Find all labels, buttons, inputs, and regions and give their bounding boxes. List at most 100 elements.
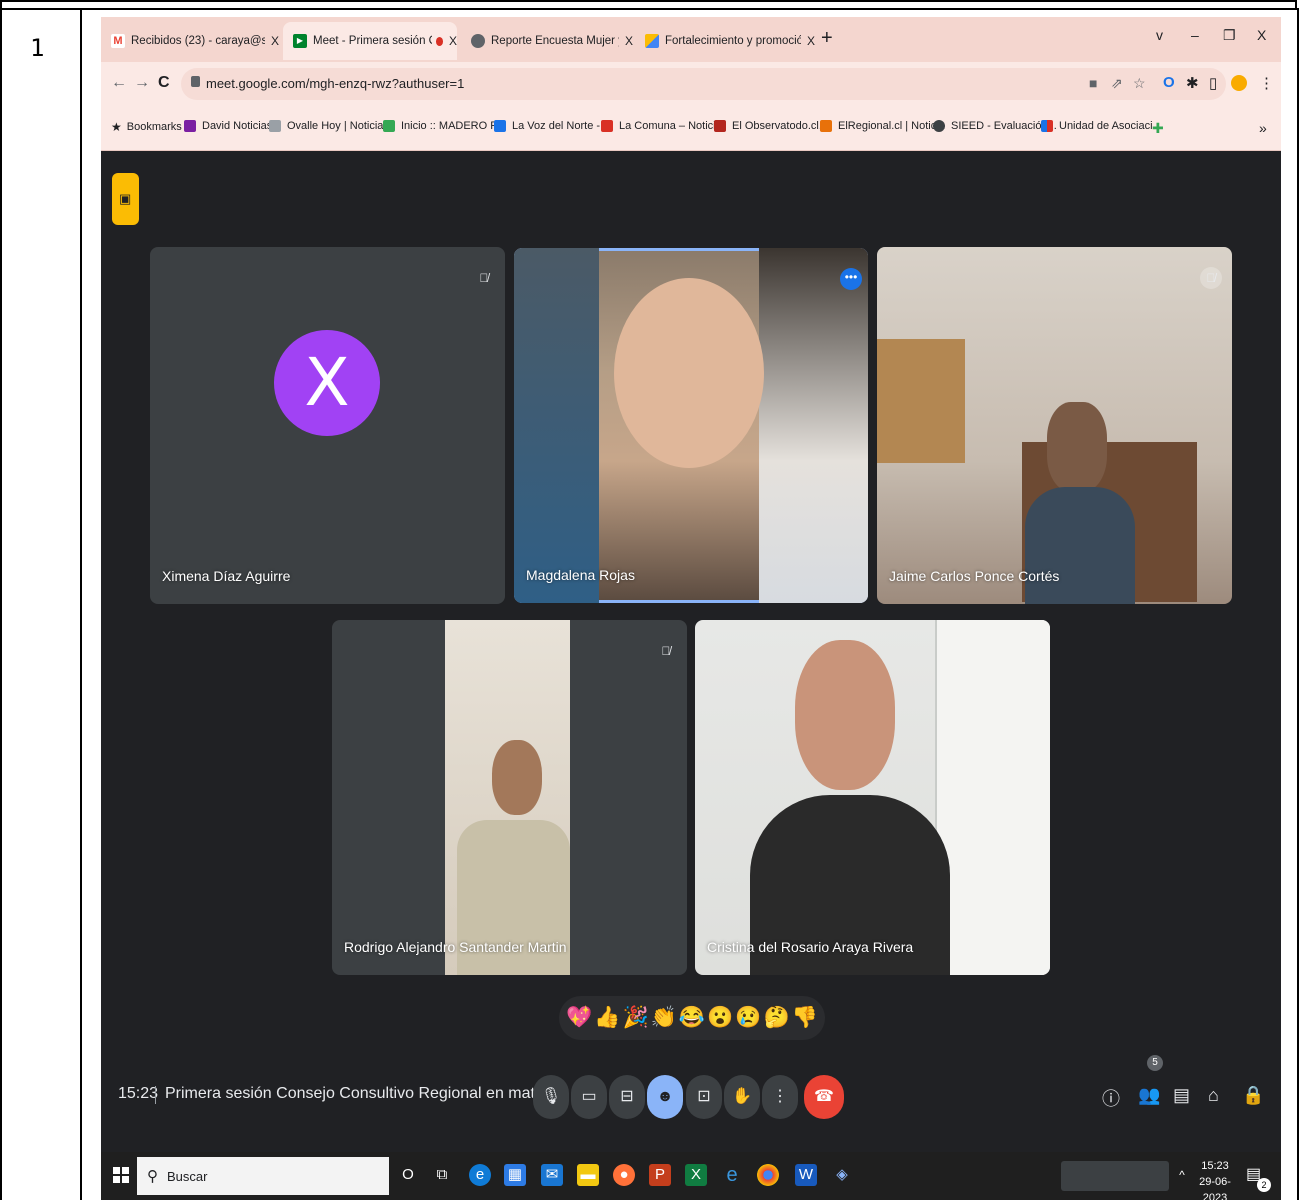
back-icon[interactable]: ←	[111, 74, 127, 92]
leave-call-button[interactable]: ☎	[804, 1075, 844, 1119]
minimize-button[interactable]: –	[1191, 27, 1199, 43]
firefox-icon[interactable]: ●	[613, 1164, 635, 1186]
meeting-details-icon[interactable]: ⓘ	[1102, 1085, 1120, 1111]
star-icon: ★	[111, 120, 122, 134]
menu-kebab-icon[interactable]: ⋮	[1259, 74, 1274, 92]
participant-tile[interactable]: Cristina del Rosario Araya Rivera	[695, 620, 1050, 975]
side-panel-icon[interactable]: ▯	[1209, 74, 1217, 92]
bookmark-item[interactable]: ✚	[1152, 120, 1164, 137]
mail-icon[interactable]: ✉	[541, 1164, 563, 1186]
site-favicon-icon	[933, 120, 945, 132]
microphone-button[interactable]: 🎙	[533, 1075, 569, 1119]
chrome-icon[interactable]	[757, 1164, 779, 1186]
bookmarks-overflow-button[interactable]: »	[1259, 120, 1267, 136]
extension-icon[interactable]: O	[1163, 74, 1175, 91]
reaction-surprised-icon[interactable]: 😮	[707, 1006, 733, 1030]
edge-icon[interactable]: e	[469, 1164, 491, 1186]
reaction-thumbs-up-icon[interactable]: 👍	[594, 1006, 620, 1030]
meet-icon: ▶	[293, 34, 307, 48]
tab-search-button[interactable]: v	[1156, 27, 1163, 43]
close-window-button[interactable]: X	[1257, 27, 1266, 43]
store-icon[interactable]: ▦	[504, 1164, 526, 1186]
bookmark-item[interactable]: Unidad de Asociaci...	[1041, 120, 1162, 132]
windows-start-icon[interactable]	[113, 1167, 129, 1183]
host-controls-icon[interactable]: 🔒	[1242, 1085, 1264, 1106]
tab-close-button[interactable]: X	[625, 34, 633, 48]
reaction-thinking-icon[interactable]: 🤔	[764, 1006, 790, 1030]
more-options-icon[interactable]: •••	[840, 268, 862, 290]
app-icon[interactable]: ◈	[831, 1164, 853, 1186]
tab-meet[interactable]: ▶ Meet - Primera sesión Conse X	[283, 22, 457, 60]
bookmark-item[interactable]: Ovalle Hoy | Noticia...	[269, 120, 393, 132]
participant-tile[interactable]: ••• Magdalena Rojas	[514, 248, 868, 603]
address-bar[interactable]: meet.google.com/mgh-enzq-rwz?authuser=1 …	[181, 68, 1226, 100]
forward-icon[interactable]: →	[134, 74, 150, 92]
restore-button[interactable]: ❐	[1223, 27, 1236, 44]
reactions-button[interactable]: ☻	[647, 1075, 683, 1119]
raise-hand-button[interactable]: ✋	[724, 1075, 760, 1119]
participant-tile[interactable]: X 🎙̸ Ximena Díaz Aguirre	[150, 247, 505, 604]
bookmark-item[interactable]: La Comuna – Notici...	[601, 120, 725, 132]
bookmark-item[interactable]: David Noticias	[184, 120, 272, 132]
camera-icon[interactable]: ■	[1089, 75, 1097, 91]
extensions-puzzle-icon[interactable]: ✱	[1186, 74, 1199, 92]
bookmark-star-icon[interactable]: ☆	[1133, 75, 1146, 92]
reaction-clap-icon[interactable]: 👏	[651, 1006, 677, 1030]
reload-icon[interactable]: C	[158, 74, 170, 92]
reaction-sad-icon[interactable]: 😢	[735, 1006, 761, 1030]
activities-icon[interactable]: ⌂	[1208, 1085, 1219, 1106]
participant-tile[interactable]: 🎙̸ Rodrigo Alejandro Santander Martin	[332, 620, 687, 975]
new-tab-button[interactable]: +	[821, 27, 833, 50]
chat-icon[interactable]: ▤	[1173, 1085, 1190, 1106]
bookmark-item[interactable]: ★ Bookmarks	[111, 120, 182, 134]
mic-muted-icon: 🎙̸	[661, 644, 671, 658]
reaction-heart-icon[interactable]: 💖	[566, 1006, 592, 1030]
participant-tile[interactable]: 🎙̸ Jaime Carlos Ponce Cortés	[877, 247, 1232, 604]
reaction-thumbs-down-icon[interactable]: 👎	[792, 1006, 818, 1030]
table-border-left	[0, 8, 2, 1200]
excel-icon[interactable]: X	[685, 1164, 707, 1186]
tab-close-button[interactable]: X	[271, 34, 279, 48]
more-options-button[interactable]: ⋮	[762, 1075, 798, 1119]
word-icon[interactable]: W	[795, 1164, 817, 1186]
bookmark-item[interactable]: La Voz del Norte -...	[494, 120, 609, 132]
tray-app-icons[interactable]	[1061, 1161, 1169, 1191]
camera-button[interactable]: ▭	[571, 1075, 607, 1119]
bookmark-item[interactable]: El Observatodo.cl,...	[714, 120, 831, 132]
people-icon[interactable]: 👥	[1138, 1085, 1160, 1106]
bookmark-item[interactable]: ElRegional.cl | Notic...	[820, 120, 945, 132]
powerpoint-icon[interactable]: P	[649, 1164, 671, 1186]
video-camera-icon: ▭	[581, 1088, 597, 1105]
share-icon[interactable]: ⇗	[1111, 75, 1123, 92]
tab-gmail[interactable]: M Recibidos (23) - caraya@sernac.c X	[101, 22, 279, 60]
tab-title: Reporte Encuesta Mujer y Consu	[491, 35, 619, 47]
cortana-icon[interactable]: O	[397, 1164, 419, 1186]
task-view-icon[interactable]: ⧉	[431, 1164, 453, 1186]
tab-fortalecimiento[interactable]: Fortalecimiento y promoción de X	[635, 22, 815, 60]
meeting-title: Primera sesión Consejo Consultivo Region…	[165, 1085, 549, 1102]
chevron-up-icon[interactable]: ^	[1171, 1164, 1193, 1186]
taskbar-clock[interactable]: 15:23 29-06-2023	[1191, 1158, 1239, 1200]
reaction-party-icon[interactable]: 🎉	[622, 1006, 648, 1030]
tab-close-button[interactable]: X	[449, 34, 457, 48]
tab-reporte[interactable]: Reporte Encuesta Mujer y Consu X	[461, 22, 633, 60]
meeting-info-badge[interactable]: ▣	[112, 173, 139, 225]
taskbar-search[interactable]: ⚲ Buscar	[137, 1157, 389, 1195]
toolbar: ← → C meet.google.com/mgh-enzq-rwz?authu…	[101, 62, 1281, 106]
file-explorer-icon[interactable]: ▬	[577, 1164, 599, 1186]
captions-button[interactable]: ⊟	[609, 1075, 645, 1119]
profile-avatar-icon[interactable]	[1231, 75, 1247, 91]
bookmark-label: David Noticias	[202, 120, 273, 132]
row-number: 1	[30, 34, 45, 62]
search-placeholder: Buscar	[167, 1169, 208, 1184]
table-border-top	[0, 0, 1297, 10]
tab-close-button[interactable]: X	[807, 34, 815, 48]
bookmark-item[interactable]: Inicio :: MADERO FM	[383, 120, 506, 132]
internet-explorer-icon[interactable]: e	[721, 1164, 743, 1186]
reaction-laugh-icon[interactable]: 😂	[679, 1006, 705, 1030]
tab-title: Recibidos (23) - caraya@sernac.c	[131, 35, 265, 47]
gmail-icon: M	[111, 34, 125, 48]
present-button[interactable]: ⊡	[686, 1075, 722, 1119]
participant-count-badge: 5	[1147, 1055, 1163, 1071]
bookmark-item[interactable]: SIEED - Evaluación...	[933, 120, 1057, 132]
